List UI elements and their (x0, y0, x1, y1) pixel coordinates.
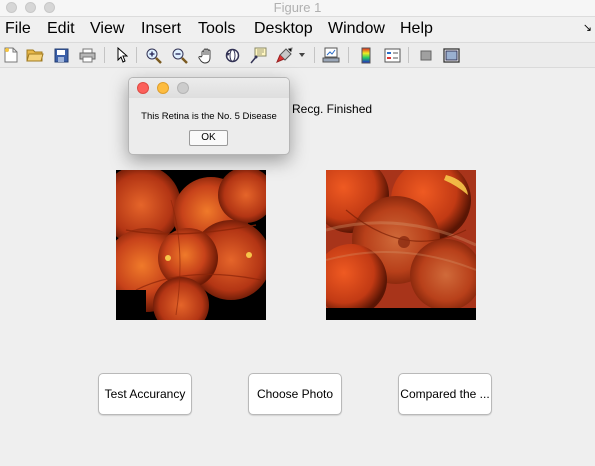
show-plot-tools-icon[interactable] (442, 46, 460, 64)
menu-bar: File Edit View Insert Tools Desktop Wind… (0, 17, 595, 41)
dialog-message: This Retina is the No. 5 Disease (141, 111, 277, 122)
menu-file[interactable]: File (5, 19, 31, 39)
brush-icon[interactable] (275, 46, 293, 64)
window-title-bar: Figure 1 (0, 0, 595, 17)
toolbar-separator (104, 47, 105, 63)
open-file-icon[interactable] (26, 46, 44, 64)
hide-plot-tools-icon[interactable] (417, 46, 435, 64)
print-icon[interactable] (78, 46, 96, 64)
test-accuracy-button[interactable]: Test Accurancy (98, 373, 192, 415)
status-text: Recg. Finished (292, 102, 373, 116)
brush-dropdown-icon[interactable] (297, 46, 307, 64)
data-cursor-icon[interactable] (249, 46, 267, 64)
dialog-zoom-icon[interactable] (177, 82, 189, 94)
zoom-out-icon[interactable] (170, 46, 188, 64)
toolbar-separator (314, 47, 315, 63)
toolbar-separator (408, 47, 409, 63)
choose-photo-button[interactable]: Choose Photo (248, 373, 342, 415)
new-figure-icon[interactable] (2, 46, 20, 64)
toolbar-separator (348, 47, 349, 63)
compared-button[interactable]: Compared the ... (398, 373, 492, 415)
menu-insert[interactable]: Insert (141, 19, 181, 39)
pan-icon[interactable] (197, 46, 215, 64)
menu-help[interactable]: Help (400, 19, 433, 39)
dialog-minimize-icon[interactable] (157, 82, 169, 94)
link-plot-icon[interactable] (322, 46, 340, 64)
figure-toolbar (0, 42, 595, 68)
toolbar-separator (136, 47, 137, 63)
retina-image-right (326, 170, 476, 320)
insert-colorbar-icon[interactable] (357, 46, 375, 64)
window-title: Figure 1 (273, 0, 322, 15)
save-icon[interactable] (52, 46, 70, 64)
insert-legend-icon[interactable] (383, 46, 401, 64)
rotate-3d-icon[interactable] (223, 46, 241, 64)
dock-arrow-icon[interactable]: ↘ (583, 21, 592, 34)
message-dialog: This Retina is the No. 5 Disease OK (128, 77, 290, 155)
menu-tools[interactable]: Tools (198, 19, 235, 39)
retina-image-left (116, 170, 266, 320)
menu-edit[interactable]: Edit (47, 19, 75, 39)
pointer-icon[interactable] (113, 46, 131, 64)
zoom-in-icon[interactable] (144, 46, 162, 64)
menu-window[interactable]: Window (328, 19, 385, 39)
dialog-title-bar (129, 78, 289, 98)
dialog-close-icon[interactable] (137, 82, 149, 94)
menu-view[interactable]: View (90, 19, 124, 39)
menu-desktop[interactable]: Desktop (254, 19, 313, 39)
dialog-ok-button[interactable]: OK (189, 130, 228, 146)
